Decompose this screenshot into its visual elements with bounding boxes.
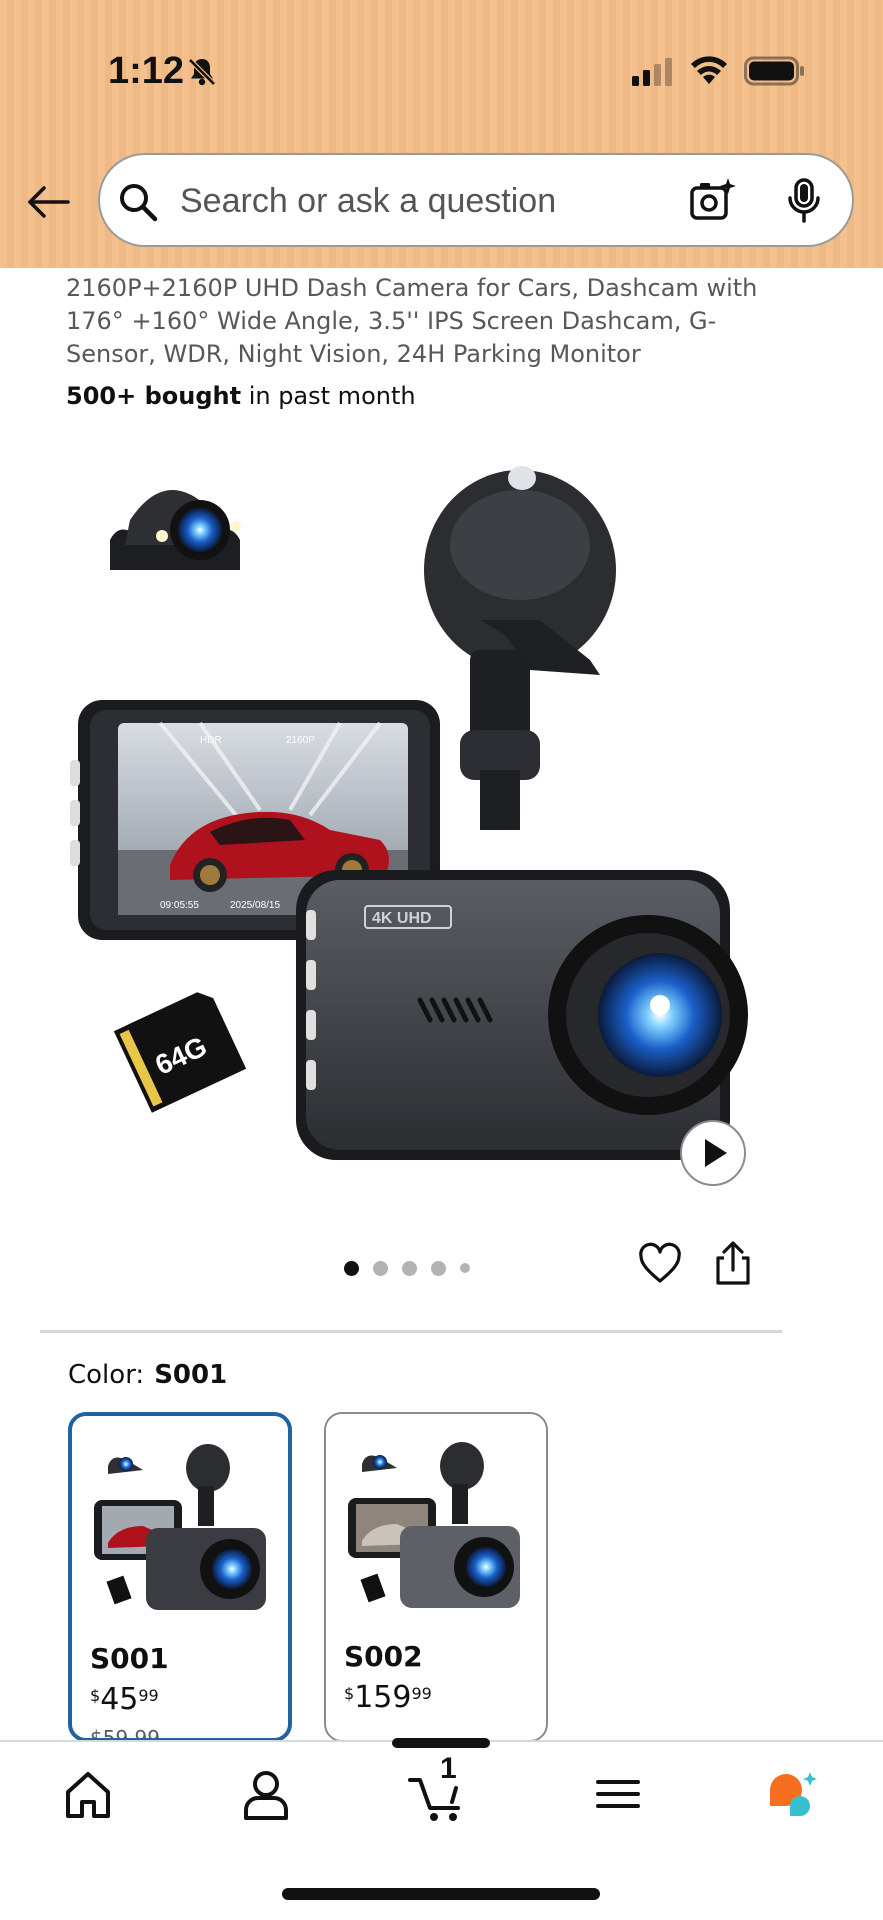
cart-icon[interactable] xyxy=(408,1764,468,1824)
carousel-dot-1[interactable] xyxy=(344,1260,359,1276)
section-divider xyxy=(40,1330,782,1333)
bought-count-rest: in past month xyxy=(241,382,416,410)
cellular-signal-icon xyxy=(632,58,672,86)
screen-resolution-label: 2160P xyxy=(286,735,315,746)
microphone-icon[interactable] xyxy=(786,178,822,224)
sd-card: 64G xyxy=(113,992,247,1113)
variant-name: S002 xyxy=(344,1640,423,1673)
price-symbol: $ xyxy=(344,1684,355,1703)
battery-icon xyxy=(744,56,804,86)
color-selector-label: Color: S001 xyxy=(68,1360,227,1390)
price-fraction: 99 xyxy=(411,1684,432,1703)
suction-mount xyxy=(424,466,616,830)
main-camera-body: 4K UHD xyxy=(296,870,748,1160)
wifi-icon xyxy=(691,56,727,84)
play-video-button[interactable] xyxy=(678,1118,748,1188)
color-selected-value: S001 xyxy=(154,1360,228,1390)
variant-name: S001 xyxy=(90,1642,169,1675)
home-icon[interactable] xyxy=(58,1764,118,1824)
home-indicator xyxy=(282,1888,600,1900)
cart-count-badge: 1 xyxy=(440,1752,457,1785)
color-label-text: Color: xyxy=(68,1360,145,1390)
product-title[interactable]: 2160P+2160P UHD Dash Camera for Cars, Da… xyxy=(66,272,766,371)
carousel-dots[interactable] xyxy=(344,1258,470,1278)
nav-active-indicator xyxy=(392,1738,490,1748)
share-icon[interactable] xyxy=(714,1240,752,1286)
rear-camera xyxy=(110,490,241,570)
carousel-dot-5[interactable] xyxy=(460,1263,470,1273)
bell-muted-icon xyxy=(188,58,216,86)
variant-thumbnail xyxy=(94,1444,266,1610)
price-symbol: $ xyxy=(90,1686,101,1705)
carousel-dot-3[interactable] xyxy=(402,1260,417,1276)
variant-price: $15999 xyxy=(344,1680,432,1715)
status-time: 1:12 xyxy=(108,50,185,92)
account-icon[interactable] xyxy=(236,1764,296,1824)
search-icon xyxy=(120,184,158,222)
variant-price: $4599 xyxy=(90,1682,159,1717)
bought-count-bold: 500+ bought xyxy=(66,382,242,410)
price-whole: 45 xyxy=(100,1682,139,1717)
camera-search-icon[interactable] xyxy=(688,176,736,224)
back-arrow-button[interactable] xyxy=(24,178,72,226)
price-fraction: 99 xyxy=(138,1686,159,1705)
screen-hdr-label: HDR xyxy=(200,735,222,746)
screen-date-label: 2025/08/15 xyxy=(230,900,280,911)
variant-swatch-s002[interactable]: S002 $15999 xyxy=(324,1412,548,1742)
camera-badge: 4K UHD xyxy=(372,910,432,927)
menu-icon[interactable] xyxy=(588,1764,648,1824)
wishlist-heart-icon[interactable] xyxy=(638,1242,682,1286)
carousel-dot-2[interactable] xyxy=(373,1260,388,1276)
carousel-dot-4[interactable] xyxy=(431,1260,446,1276)
product-image[interactable]: HDR 2160P 09:05:55 2025/08/15 4K UHD 64G xyxy=(60,460,760,1160)
screen-time-label: 09:05:55 xyxy=(160,900,199,911)
bought-count: 500+ bought in past month xyxy=(66,382,416,410)
variant-swatch-s001[interactable]: S001 $4599 $59.99 xyxy=(68,1412,292,1742)
search-input[interactable]: Search or ask a question xyxy=(180,182,556,221)
price-whole: 159 xyxy=(354,1680,412,1715)
rufus-assistant-icon[interactable] xyxy=(764,1764,824,1824)
variant-thumbnail xyxy=(348,1442,520,1608)
